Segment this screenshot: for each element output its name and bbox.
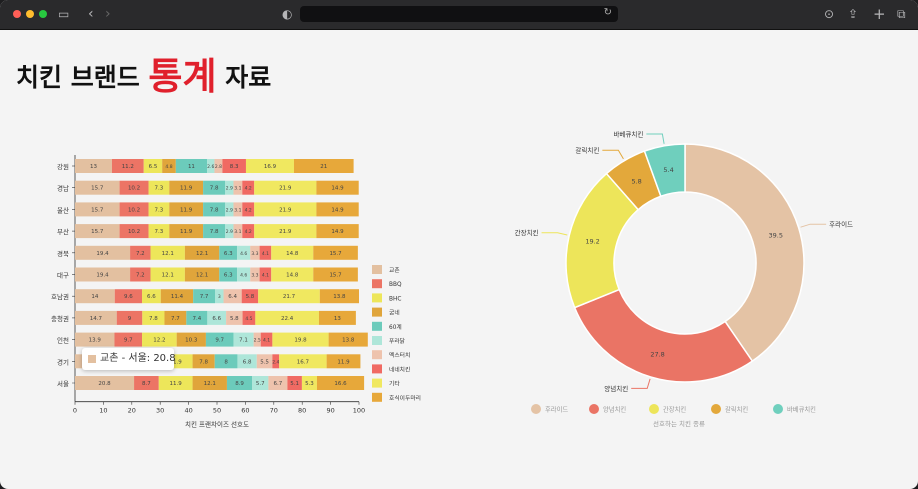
forward-icon[interactable]: › <box>105 7 111 22</box>
page-title-part1: 치킨 브랜드 <box>16 63 149 92</box>
address-bar[interactable]: ↻ <box>300 6 618 22</box>
close-window-button[interactable] <box>13 10 21 18</box>
page-title: 치킨 브랜드 통계 자료 <box>16 46 271 100</box>
minimize-window-button[interactable] <box>26 10 34 18</box>
sidebar-icon[interactable]: ▭ <box>58 7 69 22</box>
browser-toolbar: ▭ ‹ › ◐ ↻ ⊙ ⇪ + ⧉ <box>0 0 918 30</box>
zoom-window-button[interactable] <box>39 10 47 18</box>
tooltip-swatch <box>88 355 96 363</box>
download-icon[interactable]: ⊙ <box>824 7 834 22</box>
tab-overview-icon[interactable]: ⧉ <box>897 7 906 22</box>
share-icon[interactable]: ⇪ <box>848 7 858 22</box>
back-icon[interactable]: ‹ <box>88 7 94 22</box>
new-tab-icon[interactable]: + <box>873 7 886 22</box>
tooltip-text: 교촌 - 서울: 20.8 <box>100 353 176 364</box>
page-title-highlight: 통계 <box>148 55 217 98</box>
chart-tooltip: 교촌 - 서울: 20.8 <box>82 348 176 370</box>
privacy-shield-icon[interactable]: ◐ <box>282 7 292 22</box>
page-title-part3: 자료 <box>216 63 272 92</box>
reload-icon[interactable]: ↻ <box>604 7 612 18</box>
browser-window: ▭ ‹ › ◐ ↻ ⊙ ⇪ + ⧉ 치킨 브랜드 통계 자료 강원 13 11.2 6… <box>0 0 918 489</box>
